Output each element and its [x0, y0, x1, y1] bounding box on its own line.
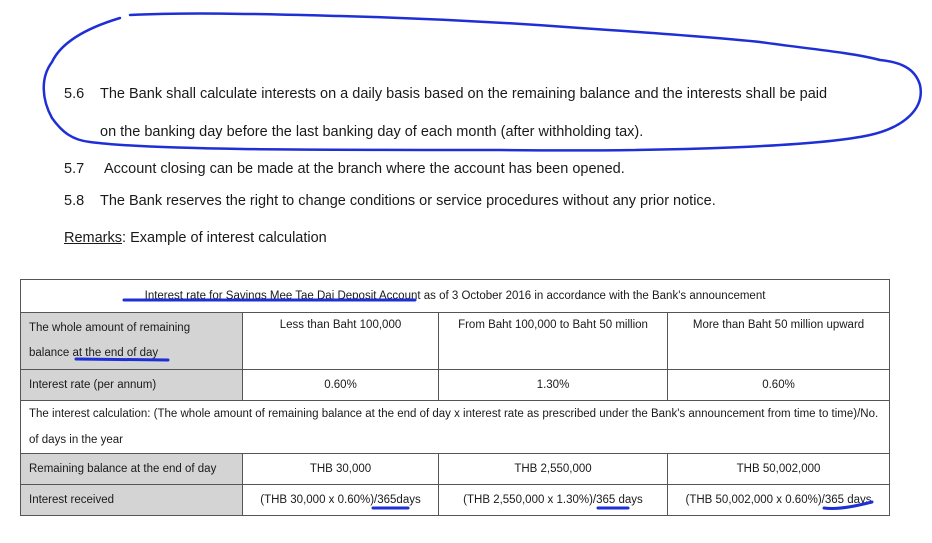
label-line: The whole amount of remaining	[29, 322, 191, 334]
clause-text: Account closing can be made at the branc…	[104, 161, 625, 177]
clause-text: The Bank reserves the right to change co…	[100, 193, 716, 209]
label-line-emphasis: at the end of day	[72, 347, 159, 359]
remaining-balance-label: Remaining balance at the end of day	[20, 453, 243, 485]
tier-cell: More than Baht 50 million upward	[666, 312, 891, 370]
clause-text: The Bank shall calculate interests on a …	[100, 86, 828, 102]
table-row: Interest received (THB 30,000 x 0.60%)/3…	[20, 484, 891, 516]
clause-5-8: 5.8 The Bank reserves the right to change…	[64, 193, 716, 209]
table-row: Interest rate (per annum) 0.60% 1.30% 0.…	[20, 369, 891, 401]
rate-label: Interest rate (per annum)	[20, 369, 243, 401]
table-row: The interest calculation: (The whole amo…	[19, 400, 891, 454]
clause-5-7: 5.7 Account closing can be made at the br…	[64, 161, 625, 177]
interest-received-label: Interest received	[20, 484, 243, 516]
table-title-row: Interest rate for Savings Mee Tae Dai De…	[19, 279, 891, 313]
calculation-note: The interest calculation: (The whole amo…	[19, 400, 891, 454]
interest-rate-table: Interest rate for Savings Mee Tae Dai De…	[19, 279, 891, 516]
clause-number: 5.7	[64, 161, 85, 177]
clause-5-6-line2: on the banking day before the last banki…	[100, 124, 644, 140]
interest-cell: (THB 2,550,000 x 1.30%)/365 days	[438, 484, 668, 516]
table-title-account: Interest rate for Savings Mee Tae Dai De…	[144, 290, 421, 302]
rate-cell: 0.60%	[242, 369, 439, 401]
clause-number: 5.8	[64, 193, 85, 209]
remarks-label: Remarks	[64, 230, 123, 246]
label-line: balance	[29, 347, 73, 359]
balance-cell: THB 30,000	[242, 453, 439, 485]
remarks-line: Remarks: Example of interest calculation	[64, 230, 327, 246]
interest-cell: (THB 30,000 x 0.60%)/365days	[242, 484, 439, 516]
tier-cell: From Baht 100,000 to Baht 50 million	[438, 312, 668, 370]
balance-cell: THB 2,550,000	[438, 453, 668, 485]
rate-cell: 0.60%	[666, 369, 891, 401]
rate-cell: 1.30%	[438, 369, 668, 401]
remarks-text: : Example of interest calculation	[122, 230, 327, 246]
table-title: Interest rate for Savings Mee Tae Dai De…	[19, 279, 891, 313]
table-title-date: as of 3 October 2016 in accordance with …	[420, 290, 766, 302]
clause-number: 5.6	[64, 86, 85, 102]
tier-cell: Less than Baht 100,000	[242, 312, 439, 370]
balance-cell: THB 50,002,000	[666, 453, 891, 485]
table-row: Remaining balance at the end of day THB …	[20, 453, 891, 485]
balance-tier-label: The whole amount of remaining balance at…	[20, 312, 243, 370]
clause-5-6-line1: 5.6 The Bank shall calculate interests on…	[64, 86, 827, 102]
table-row: The whole amount of remaining balance at…	[20, 312, 891, 370]
interest-cell: (THB 50,002,000 x 0.60%)/365 days	[666, 484, 891, 516]
